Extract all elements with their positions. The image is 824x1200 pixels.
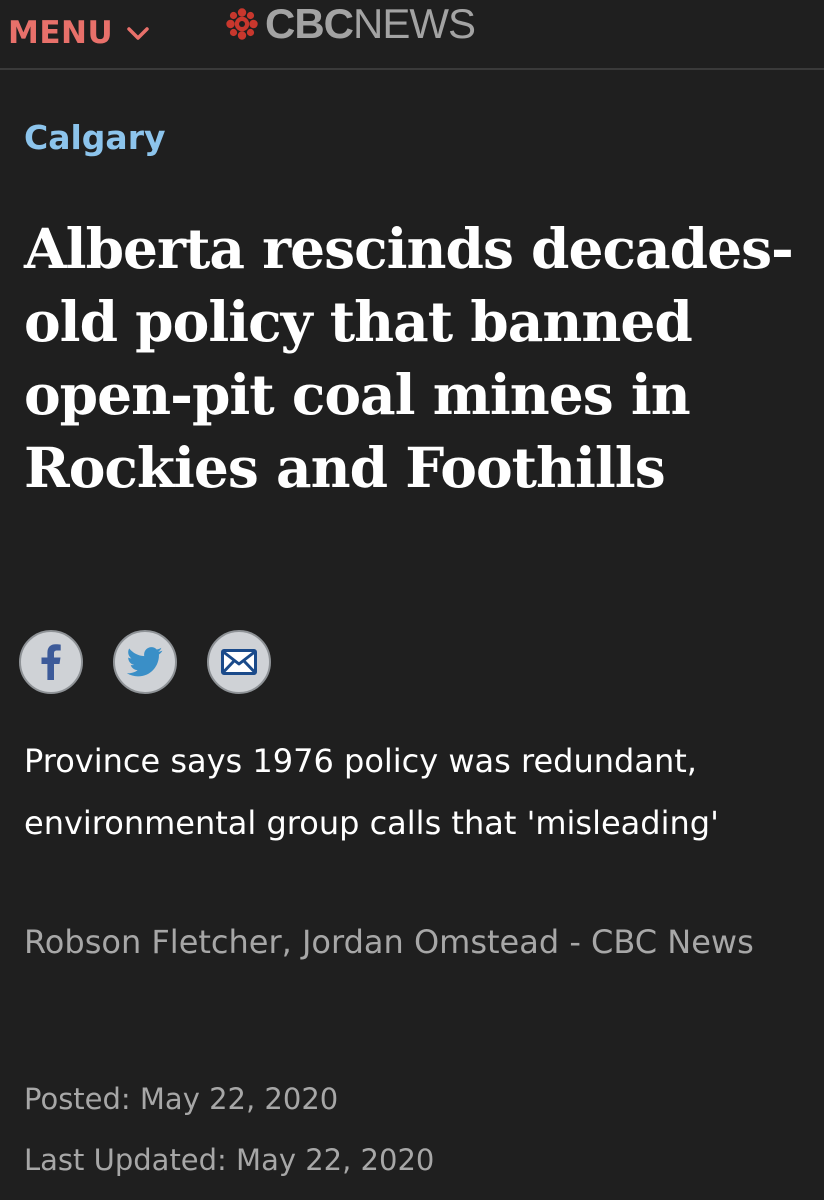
- facebook-icon: [40, 644, 62, 680]
- article-byline: Robson Fletcher, Jordan Omstead - CBC Ne…: [24, 923, 754, 961]
- last-updated-date: Last Updated: May 22, 2020: [24, 1143, 435, 1177]
- chevron-down-icon: [127, 26, 149, 40]
- facebook-share-button[interactable]: [19, 630, 83, 694]
- logo-text: CBCNEWS: [265, 0, 476, 47]
- top-bar: MENU CBCNEWS: [0, 0, 824, 70]
- cbc-news-logo[interactable]: CBCNEWS: [225, 0, 476, 47]
- email-icon: [221, 649, 257, 675]
- posted-date: Posted: May 22, 2020: [24, 1082, 339, 1116]
- logo-news-text: NEWS: [353, 0, 476, 47]
- cbc-gem-icon: [225, 7, 259, 41]
- article-headline: Alberta rescinds decades-old policy that…: [24, 216, 794, 500]
- menu-label: MENU: [8, 15, 114, 51]
- twitter-icon: [127, 647, 163, 677]
- email-share-button[interactable]: [207, 630, 271, 694]
- twitter-share-button[interactable]: [113, 630, 177, 694]
- menu-button[interactable]: MENU: [8, 11, 149, 55]
- share-buttons: [19, 630, 301, 694]
- article-deck: Province says 1976 policy was redundant,…: [24, 742, 719, 842]
- section-link[interactable]: Calgary: [24, 116, 165, 160]
- logo-cbc-text: CBC: [265, 0, 354, 47]
